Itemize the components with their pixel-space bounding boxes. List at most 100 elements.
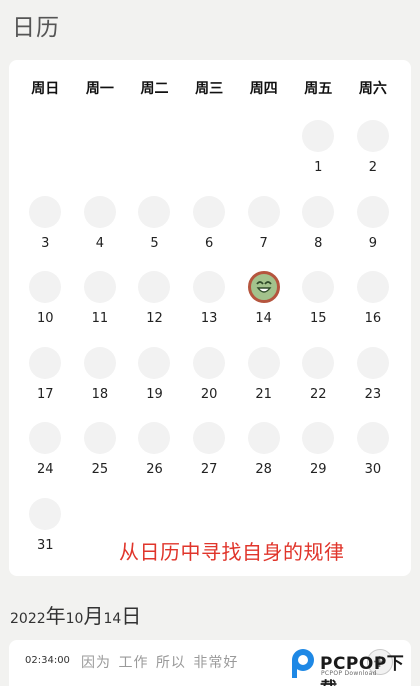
day-mood-placeholder [193,346,226,379]
calendar-day[interactable]: 4 [73,195,128,266]
watermark-brand: PCPOP下载 [320,654,405,686]
page-title: 日历 [12,15,60,41]
calendar-day[interactable]: 22 [291,346,346,417]
watermark-sub: PCPOP Download [321,670,377,677]
day-number: 24 [37,462,54,477]
calendar-day[interactable]: 24 [18,422,73,492]
calendar-day[interactable]: 30 [346,422,401,492]
day-mood-placeholder [302,346,335,379]
weekday-mon: 周一 [85,81,114,97]
watermark: PCPOP下载 PCPOP Download [288,646,416,686]
date-year: 2022 [10,611,46,627]
day-number: 11 [91,311,109,326]
day-number: 7 [259,235,268,251]
day-number: 3 [41,235,50,251]
day-mood-placeholder [83,422,116,454]
day-number: 15 [310,311,327,326]
calendar-day[interactable]: 18 [73,346,128,417]
day-mood-placeholder [247,195,280,228]
day-number: 14 [255,311,272,326]
calendar-day[interactable]: 23 [346,346,401,417]
calendar-day[interactable]: 3 [18,195,73,266]
weekday-header: 周日 周一 周二 周三 周四 周五 周六 [9,78,411,98]
day-number: 26 [146,462,163,477]
calendar-day[interactable]: 10 [18,271,73,341]
day-mood-placeholder [29,271,62,303]
day-number: 27 [200,462,218,477]
weekday-sat: 周六 [358,81,387,97]
day-mood-placeholder [247,346,280,379]
calendar-day[interactable]: 14 [236,271,291,341]
day-number: 19 [146,386,163,402]
weekday-fri: 周五 [304,81,333,97]
day-number: 23 [364,386,382,402]
weekday-wed: 周三 [195,81,224,97]
day-mood-placeholder [356,195,389,228]
calendar-day[interactable]: 21 [236,346,291,417]
day-mood-placeholder [356,120,389,152]
calendar-day[interactable]: 6 [182,195,237,266]
calendar-day[interactable]: 15 [291,271,346,341]
day-mood-placeholder [138,271,171,303]
selected-date-heading: 2022年10月14日 [10,600,141,629]
day-number: 1 [314,160,323,175]
calendar-day[interactable]: 11 [73,271,128,341]
day-number: 28 [255,462,272,477]
calendar-day[interactable]: 7 [236,195,291,266]
day-mood-placeholder [138,346,171,379]
calendar-day[interactable]: 28 [236,422,291,492]
calendar-day[interactable]: 17 [18,346,73,417]
day-mood-placeholder [356,422,389,454]
day-number: 12 [146,311,163,326]
pcpop-logo-icon [292,649,314,678]
day-mood-placeholder [193,271,226,303]
tagline: 从日历中寻找自身的规律 [119,540,345,564]
day-mood-placeholder [193,195,226,228]
day-mood-placeholder [302,271,335,303]
day-mood-placeholder [83,195,116,228]
day-number: 21 [255,386,272,402]
calendar-day[interactable]: 29 [291,422,346,492]
day-mood-placeholder [83,271,116,303]
calendar-card: 周日 周一 周二 周三 周四 周五 周六 1 2 3 4 5 6 7 8 9 10 11 12 13 14… [9,60,411,576]
day-mood-placeholder [356,346,389,379]
day-number: 20 [200,386,218,402]
day-number: 25 [91,462,109,477]
calendar-day[interactable]: 19 [127,346,182,417]
day-mood-placeholder [302,120,335,152]
calendar-day[interactable]: 31 [18,497,73,568]
calendar-day[interactable]: 16 [346,271,401,341]
day-number: 4 [95,235,105,251]
weekday-tue: 周二 [140,81,169,97]
happy-face-icon [247,271,280,303]
day-number: 17 [37,386,54,402]
day-mood-placeholder [138,195,171,228]
date-month: 10 [65,611,84,627]
day-mood-placeholder [302,195,335,228]
calendar-day[interactable]: 12 [127,271,182,341]
calendar-day[interactable]: 8 [291,195,346,266]
day-mood-placeholder [83,346,116,379]
calendar-day[interactable]: 26 [127,422,182,492]
day-mood-placeholder [29,422,62,454]
day-number: 29 [310,462,327,477]
calendar-day[interactable]: 13 [182,271,237,341]
entry-text: 因为 工作 所以 非常好 [81,655,239,671]
day-number: 2 [368,160,378,175]
calendar-day[interactable]: 25 [73,422,128,492]
calendar-day[interactable]: 27 [182,422,237,492]
calendar-day[interactable]: 2 [346,120,401,190]
calendar-day[interactable]: 5 [127,195,182,266]
day-number: 31 [37,537,54,553]
day-mood-placeholder [247,422,280,454]
day-number: 13 [200,311,218,326]
day-mood-placeholder [302,422,335,454]
day-mood-placeholder [29,346,62,379]
calendar-day[interactable]: 1 [291,120,346,190]
calendar-day[interactable]: 20 [182,346,237,417]
day-number: 6 [204,235,214,251]
weekday-sun: 周日 [31,81,60,97]
day-number: 9 [368,235,378,251]
calendar-day[interactable]: 9 [346,195,401,266]
date-year-char: 年 [45,604,66,628]
